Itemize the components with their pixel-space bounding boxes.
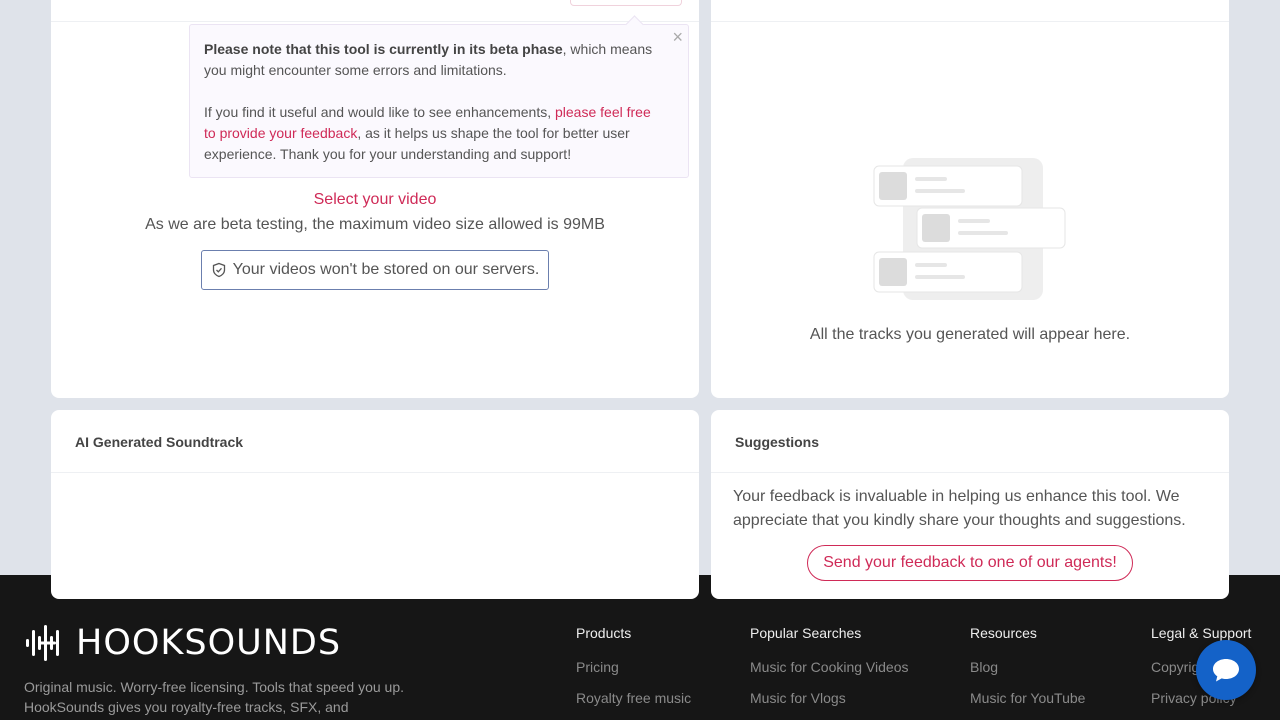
video-upload-card: × Please note that this tool is currentl… bbox=[51, 0, 699, 398]
footer-column-title: Popular Searches bbox=[750, 625, 862, 641]
beta-notice-bold: Please note that this tool is currently … bbox=[204, 41, 563, 57]
shield-check-icon bbox=[212, 262, 225, 278]
generated-tracks-card: All the tracks you generated will appear… bbox=[711, 0, 1229, 398]
empty-tracks-illustration bbox=[873, 158, 1066, 300]
ai-soundtrack-card: AI Generated Soundtrack bbox=[51, 410, 699, 599]
footer-column-products: Products Pricing Royalty free music bbox=[576, 625, 691, 720]
chat-widget-button[interactable] bbox=[1196, 640, 1256, 700]
beta-notice-popover: × Please note that this tool is currentl… bbox=[189, 24, 689, 178]
footer-link-cooking-videos[interactable]: Music for Cooking Videos bbox=[750, 659, 908, 675]
footer-link-royalty-free-music[interactable]: Royalty free music bbox=[576, 690, 691, 706]
beta-notice-text-2-pre: If you find it useful and would like to … bbox=[204, 104, 555, 120]
beta-notice-paragraph-1: Please note that this tool is currently … bbox=[204, 39, 658, 81]
chat-bubble-icon bbox=[1213, 659, 1239, 682]
card-top-divider bbox=[51, 21, 699, 22]
footer-column-title: Products bbox=[576, 625, 632, 641]
card-top-divider bbox=[711, 21, 1229, 22]
logo-wordmark: HOOKSOUNDS bbox=[76, 623, 342, 663]
close-icon[interactable]: × bbox=[672, 27, 683, 48]
suggestions-text: Your feedback is invaluable in helping u… bbox=[733, 488, 1186, 529]
suggestions-title: Suggestions bbox=[711, 410, 1229, 473]
empty-tracks-message: All the tracks you generated will appear… bbox=[809, 326, 1131, 343]
ai-soundtrack-title: AI Generated Soundtrack bbox=[51, 410, 699, 473]
footer-link-blog[interactable]: Blog bbox=[970, 659, 1085, 675]
upload-tab[interactable] bbox=[570, 0, 682, 6]
footer-column-popular-searches: Popular Searches Music for Cooking Video… bbox=[750, 625, 908, 720]
select-video-link[interactable]: Select your video bbox=[51, 191, 699, 209]
max-size-note: As we are beta testing, the maximum vide… bbox=[145, 216, 605, 233]
storage-privacy-note: Your videos won't be stored on our serve… bbox=[201, 250, 549, 290]
storage-privacy-text: Your videos won't be stored on our serve… bbox=[232, 261, 540, 278]
footer-column-title: Legal & Support bbox=[1151, 625, 1252, 641]
beta-notice-paragraph-2: If you find it useful and would like to … bbox=[204, 102, 658, 165]
footer-column-resources: Resources Blog Music for YouTube bbox=[970, 625, 1085, 720]
footer-description: Original music. Worry-free licensing. To… bbox=[24, 679, 404, 715]
footer-column-title: Resources bbox=[970, 625, 1037, 641]
footer-link-vlogs[interactable]: Music for Vlogs bbox=[750, 690, 908, 706]
suggestions-card: Suggestions Your feedback is invaluable … bbox=[711, 410, 1229, 599]
hooksounds-logo[interactable]: HOOKSOUNDS bbox=[24, 623, 341, 663]
footer-link-music-for-youtube[interactable]: Music for YouTube bbox=[970, 690, 1085, 706]
footer-link-pricing[interactable]: Pricing bbox=[576, 659, 691, 675]
hooksounds-waveform-logo bbox=[26, 625, 59, 661]
send-feedback-button[interactable]: Send your feedback to one of our agents! bbox=[807, 545, 1133, 581]
